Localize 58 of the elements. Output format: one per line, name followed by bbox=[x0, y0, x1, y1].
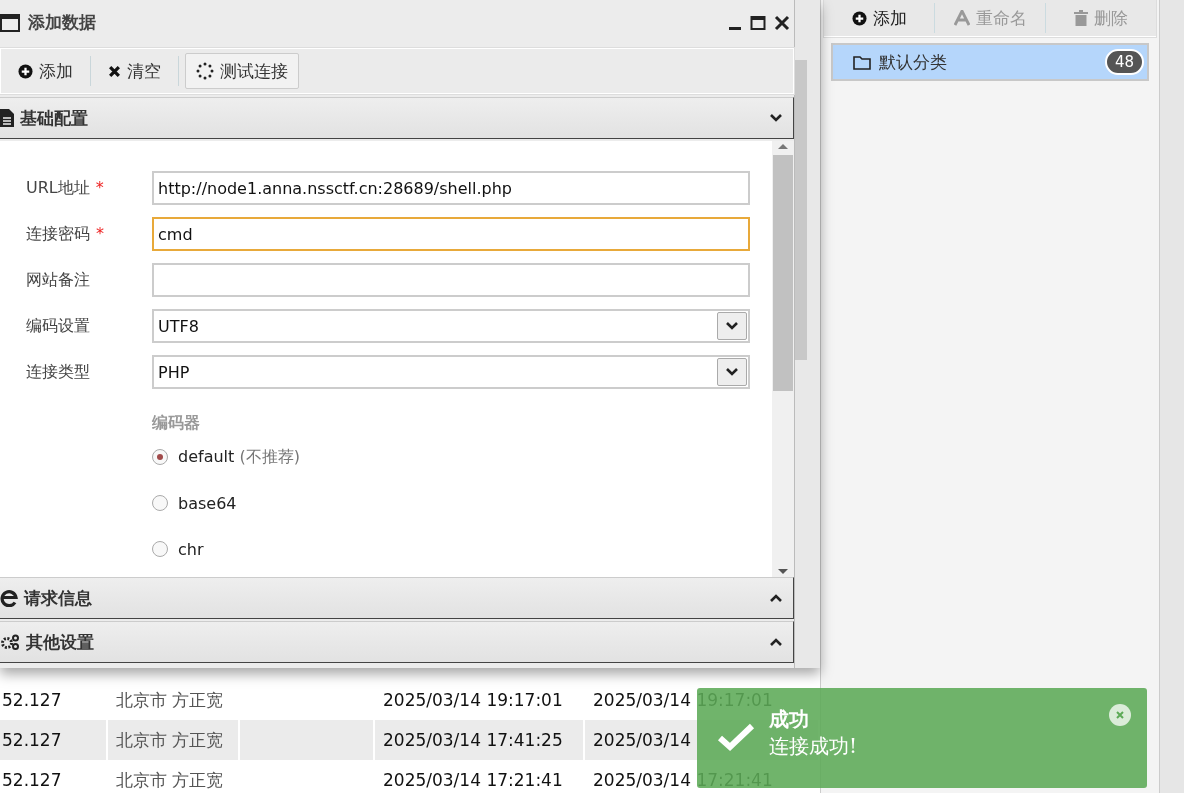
radio-label: chr bbox=[178, 539, 204, 559]
toolbar-button[interactable]: 测试连接 bbox=[185, 53, 299, 89]
scroll-up-icon[interactable] bbox=[777, 141, 789, 151]
document-icon bbox=[0, 109, 14, 127]
checkmark-icon bbox=[717, 722, 755, 752]
chevron-icon[interactable] bbox=[725, 367, 739, 377]
chevron-icon[interactable] bbox=[769, 637, 783, 647]
select-field[interactable]: UTF8 bbox=[152, 309, 750, 343]
plus-circle-icon bbox=[18, 63, 33, 79]
encoder-label: 编码器 bbox=[152, 413, 201, 434]
count-badge: 48 bbox=[1104, 49, 1144, 75]
close-icon bbox=[108, 64, 121, 78]
scrollbar-thumb[interactable] bbox=[795, 60, 807, 360]
radio-button[interactable] bbox=[152, 541, 168, 557]
maximize-icon[interactable] bbox=[750, 14, 766, 31]
plus-circle-icon bbox=[851, 10, 867, 26]
table-cell: 2025/03/14 17:21:41 bbox=[375, 760, 585, 793]
input-field[interactable]: cmd bbox=[152, 217, 750, 251]
section-header[interactable]: 其他设置 bbox=[0, 621, 794, 663]
table-cell: 2025/03/14 17:41:25 bbox=[375, 720, 585, 760]
font-icon bbox=[953, 10, 970, 26]
field-label: URL地址 * bbox=[26, 177, 105, 199]
gears-icon bbox=[0, 634, 20, 650]
scrollbar-track[interactable] bbox=[1160, 0, 1184, 793]
category-label: 默认分类 bbox=[879, 50, 948, 74]
table-cell: 52.127 bbox=[0, 720, 108, 760]
field-label: 网站备注 bbox=[26, 269, 91, 291]
radio-button[interactable] bbox=[152, 495, 168, 511]
spinner-icon bbox=[196, 62, 214, 80]
input-field[interactable] bbox=[152, 263, 750, 297]
folder-icon bbox=[853, 54, 871, 70]
toolbar-button[interactable]: 清空 bbox=[97, 53, 172, 89]
e-letter-icon bbox=[0, 589, 18, 607]
toolbar-button[interactable]: 添加 bbox=[824, 3, 935, 33]
trash-icon bbox=[1074, 10, 1088, 26]
section-header[interactable]: 基础配置 bbox=[0, 97, 794, 139]
dialog-title: 添加数据 bbox=[28, 11, 97, 34]
field-label: 连接密码 * bbox=[26, 223, 105, 245]
table-cell: 52.127 bbox=[0, 760, 108, 793]
radio-label: base64 bbox=[178, 493, 237, 513]
field-label: 编码设置 bbox=[26, 315, 91, 337]
window-icon bbox=[0, 13, 20, 32]
chevron-icon[interactable] bbox=[725, 321, 739, 331]
close-icon bbox=[1115, 710, 1125, 720]
field-label: 连接类型 bbox=[26, 361, 91, 383]
close-icon[interactable] bbox=[774, 14, 790, 31]
category-item[interactable]: 默认分类 48 bbox=[831, 43, 1149, 81]
section-header[interactable]: 请求信息 bbox=[0, 577, 794, 619]
toolbar-button[interactable]: 添加 bbox=[7, 53, 84, 89]
chevron-icon[interactable] bbox=[769, 113, 783, 123]
radio-label: default (不推荐) bbox=[178, 446, 300, 468]
table-cell: 北京市 方正宽 bbox=[108, 720, 240, 760]
scrollbar-thumb[interactable] bbox=[773, 155, 793, 391]
input-field[interactable]: http://node1.anna.nssctf.cn:28689/shell.php bbox=[152, 171, 750, 205]
select-field[interactable]: PHP bbox=[152, 355, 750, 389]
table-cell: 北京市 方正宽 bbox=[108, 760, 240, 793]
chevron-icon[interactable] bbox=[769, 593, 783, 603]
radio-button[interactable] bbox=[152, 449, 168, 465]
